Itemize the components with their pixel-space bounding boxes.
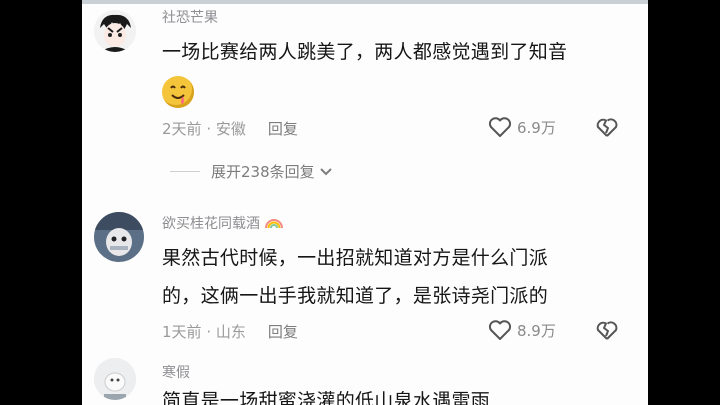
comment-text: 一场比赛给两人跳美了，两人都感觉遇到了知音 [162,41,568,63]
comment-text: 简直是一场甜蜜浇灌的低山泉水遇雷雨 [162,390,491,405]
avatar[interactable] [94,10,136,52]
drooling-face-emoji [162,76,194,108]
chevron-down-icon [319,167,332,175]
meta-separator: · [201,120,216,138]
like-button[interactable]: 6.9万 [488,116,556,138]
expand-replies-button[interactable]: 展开238条回复 [170,161,333,182]
comment-time: 2天前 [162,120,202,138]
broken-heart-icon [596,321,618,340]
dislike-button[interactable] [595,319,619,345]
comment-location: 山东 [215,323,246,341]
comment-time: 1天前 [162,323,202,341]
like-count: 6.9万 [517,118,556,137]
expand-replies-label: 展开238条回复 [211,163,315,181]
like-button[interactable]: 8.9万 [488,319,556,341]
like-count: 8.9万 [517,321,556,340]
comment-location: 安徽 [215,120,246,138]
comment-meta: 2天前 · 安徽 回复 [162,118,298,139]
reply-button[interactable]: 回复 [268,120,298,138]
comment-text-line: 果然古代时候，一出招就知道对方是什么门派 [162,247,549,269]
avatar[interactable] [94,212,144,262]
comment-text-line: 的，这俩一出手我就知道了，是张诗尧门派的 [162,285,549,307]
comment-username[interactable]: 寒假 [162,362,190,382]
broken-heart-icon [596,118,618,137]
comment-panel: 社恐芒果 一场比赛给两人跳美了，两人都感觉遇到了知音 2天前 · 安徽 回复 6.… [82,0,648,405]
avatar[interactable] [94,358,136,400]
heart-icon [488,320,512,340]
comment-username[interactable]: 社恐芒果 [162,7,218,27]
dislike-button[interactable] [595,116,619,142]
top-divider [82,0,648,4]
expand-divider [170,171,200,172]
comment-username-text: 欲买桂花同载酒 [162,216,260,232]
comment-username[interactable]: 欲买桂花同载酒 [162,213,284,233]
comment-text: 果然古代时候，一出招就知道对方是什么门派 的，这俩一出手我就知道了，是张诗尧门派… [162,241,632,313]
comment-meta: 1天前 · 山东 回复 [162,321,298,342]
meta-separator: · [201,323,216,341]
rainbow-icon [265,219,284,229]
heart-icon [488,117,512,137]
reply-button[interactable]: 回复 [268,323,298,341]
